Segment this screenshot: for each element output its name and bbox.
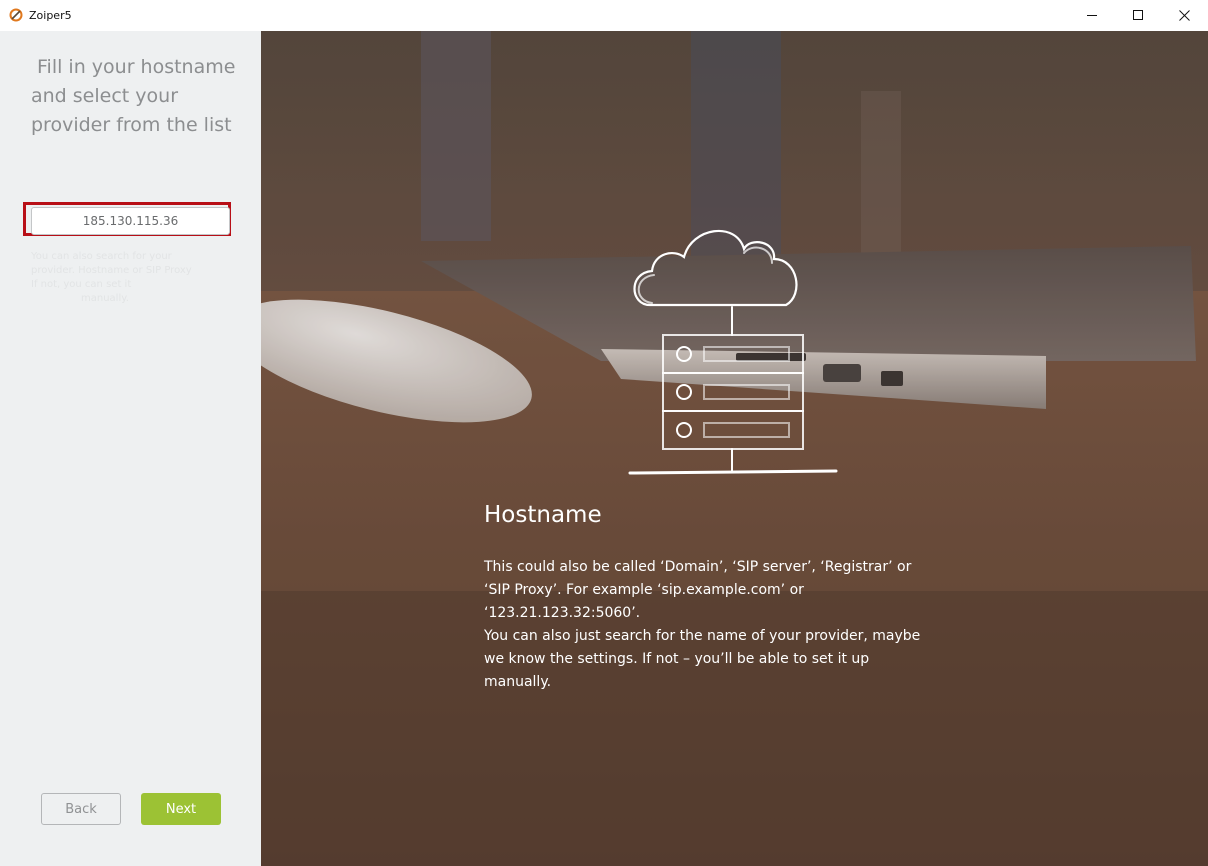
cloud-server-icon [628, 229, 838, 475]
info-line: ‘123.21.123.32:5060’. [484, 605, 641, 621]
title-bar: Zoiper5 [0, 0, 1208, 31]
window-title: Zoiper5 [29, 9, 72, 22]
info-line: ‘SIP Proxy’. For example ‘sip.example.co… [484, 582, 804, 598]
heading-line: Fill in your hostname [37, 56, 236, 78]
hint-line: manually. [81, 293, 129, 304]
close-button[interactable] [1161, 0, 1207, 31]
minimize-icon [1086, 15, 1097, 16]
info-line: we know the settings. If not – you’ll be… [484, 651, 870, 667]
heading-line: provider from the list [31, 114, 232, 136]
info-panel: Hostname This could also be called ‘Doma… [261, 31, 1208, 866]
close-icon [1178, 10, 1190, 21]
info-title: Hostname [484, 502, 602, 528]
hint-line: You can also search for your [31, 251, 172, 262]
zoiper-window: Zoiper5 Fill in your hostname and select… [0, 0, 1208, 866]
hostname-input[interactable] [31, 207, 230, 235]
info-line: This could also be called ‘Domain’, ‘SIP… [484, 559, 912, 575]
setup-sidebar: Fill in your hostname and select your pr… [0, 31, 261, 866]
wizard-content: Fill in your hostname and select your pr… [0, 31, 1208, 866]
step-heading: Fill in your hostname and select your pr… [31, 53, 241, 140]
maximize-icon [1132, 10, 1143, 20]
back-button[interactable]: Back [41, 793, 121, 825]
info-description: This could also be called ‘Domain’, ‘SIP… [484, 556, 944, 694]
hint-line: provider. Hostname or SIP Proxy [31, 265, 192, 276]
next-button[interactable]: Next [141, 793, 221, 825]
zoiper-logo-icon [9, 8, 23, 22]
minimize-button[interactable] [1069, 0, 1115, 31]
hint-line: If not, you can set it [31, 279, 132, 290]
heading-line: and select your [31, 85, 178, 107]
info-line: manually. [484, 674, 552, 690]
hint-text: You can also search for your provider. H… [31, 250, 230, 306]
maximize-button[interactable] [1115, 0, 1161, 31]
info-line: You can also just search for the name of… [484, 628, 921, 644]
